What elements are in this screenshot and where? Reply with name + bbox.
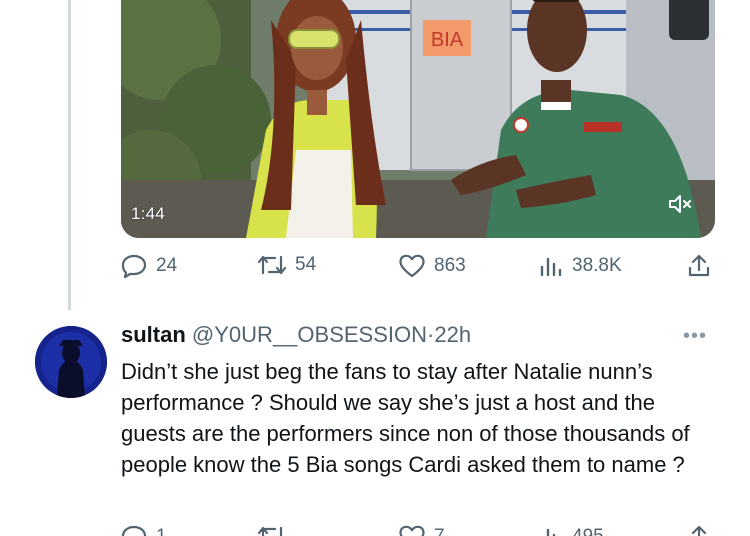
reply-count: 24 <box>156 255 178 276</box>
heart-icon <box>399 254 425 278</box>
thread-connector-line <box>68 0 71 310</box>
share-icon <box>688 254 710 277</box>
share-icon <box>691 525 707 536</box>
like-button[interactable]: 7 <box>398 524 445 536</box>
video-duration: 1:44 <box>131 204 165 223</box>
bia-sign: BIA <box>431 29 464 51</box>
tweet-text: Didn’t she just beg the fans to stay aft… <box>121 359 690 477</box>
retweet-count: 54 <box>295 254 317 275</box>
heart-icon <box>399 525 425 536</box>
view-count: 495 <box>572 526 604 536</box>
display-name[interactable]: sultan <box>121 322 186 347</box>
tweet-thread: BIA 1:44 24 54 863 38.8K sultan @Y0UR__O… <box>0 0 750 536</box>
like-count: 863 <box>434 255 466 276</box>
like-count: 7 <box>434 526 445 536</box>
share-button[interactable] <box>686 253 712 279</box>
speaker-muted-icon[interactable] <box>667 192 693 216</box>
reply-button[interactable]: 1 <box>120 524 167 536</box>
more-options-button[interactable]: ••• <box>683 325 707 348</box>
video-player[interactable]: BIA 1:44 <box>121 0 715 238</box>
video-frame: BIA <box>121 0 715 238</box>
user-handle[interactable]: @Y0UR__OBSESSION <box>192 322 427 347</box>
tweet-actions-bar: 24 54 863 38.8K <box>120 253 720 283</box>
reply-icon <box>121 525 147 536</box>
tweet-header: sultan @Y0UR__OBSESSION·22h <box>121 322 471 348</box>
retweet-button[interactable] <box>257 524 295 536</box>
views-button[interactable]: 38.8K <box>538 253 622 279</box>
reply-icon <box>121 254 147 279</box>
views-button[interactable]: 495 <box>538 524 604 536</box>
view-count: 38.8K <box>572 255 622 276</box>
like-button[interactable]: 863 <box>398 253 466 279</box>
share-button[interactable] <box>686 524 712 536</box>
avatar[interactable] <box>35 326 107 398</box>
retweet-button[interactable]: 54 <box>257 253 316 277</box>
analytics-icon <box>546 528 556 536</box>
tweet-timestamp[interactable]: 22h <box>434 322 471 347</box>
analytics-icon <box>540 257 562 277</box>
avatar-image <box>35 326 107 398</box>
reply-button[interactable]: 24 <box>120 253 177 279</box>
tweet-actions-bar: 1 7 495 <box>120 524 720 536</box>
retweet-icon <box>257 255 287 275</box>
reply-count: 1 <box>156 526 167 536</box>
retweet-icon <box>257 526 283 536</box>
